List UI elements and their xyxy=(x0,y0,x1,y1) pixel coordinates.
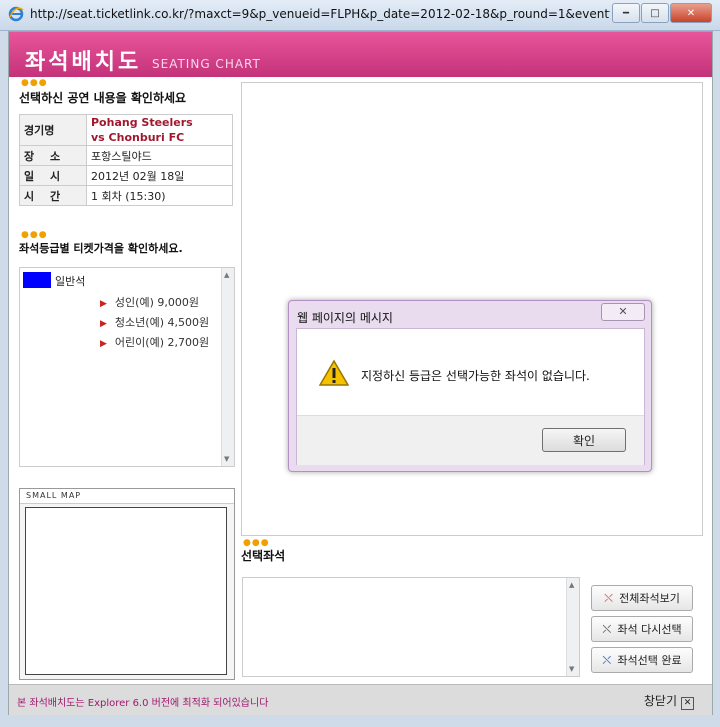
table-row: 일 시 2012년 02월 18일 xyxy=(19,165,233,186)
dialog-message: 지정하신 등급은 선택가능한 좌석이 없습니다. xyxy=(361,369,590,383)
maximize-button[interactable]: □ xyxy=(641,3,669,23)
selected-scrollbar[interactable]: ▲ ▼ xyxy=(566,578,579,676)
small-map-canvas[interactable] xyxy=(25,507,227,675)
arrow-right-icon: ▶ xyxy=(100,319,107,329)
price-scrollbar[interactable]: ▲ ▼ xyxy=(221,268,234,466)
page-title: 좌석배치도 xyxy=(25,50,142,75)
list-item: ▶ 청소년(예) 4,500원 xyxy=(100,316,210,329)
view-all-seats-button[interactable]: ⛌ 전체좌석보기 xyxy=(591,585,693,611)
arrow-right-icon: ▶ xyxy=(100,339,107,349)
date-value: 2012년 02월 18일 xyxy=(86,165,233,186)
performance-section-title: 선택하신 공연 내용을 확인하세요 xyxy=(19,91,187,105)
close-popup-button[interactable]: 창닫기 ✕ xyxy=(644,692,694,710)
alert-dialog: 웹 페이지의 메시지 ✕ 지정하신 등급은 선택가능한 좌석이 없습니다. 확인 xyxy=(288,300,652,472)
grade-name: 일반석 xyxy=(55,275,86,288)
ok-button[interactable]: 확인 xyxy=(542,428,626,452)
selected-seats-title: 선택좌석 xyxy=(241,549,286,563)
ie-icon xyxy=(8,6,24,22)
list-item: ▶ 성인(예) 9,000원 xyxy=(100,296,199,309)
performance-info-table: 경기명 Pohang Steelers vs Chonburi FC 장 소 포… xyxy=(19,114,233,206)
scroll-up-icon[interactable]: ▲ xyxy=(224,271,229,279)
complete-selection-button[interactable]: ⛌ 좌석선택 완료 xyxy=(591,647,693,673)
grade-color-swatch xyxy=(23,272,51,288)
small-map-label: SMALL MAP xyxy=(20,489,234,504)
reselect-seats-button[interactable]: ⛌ 좌석 다시선택 xyxy=(591,616,693,642)
info-label: 경기명 xyxy=(19,114,87,146)
warning-icon xyxy=(319,359,349,386)
arrow-right-icon: ▶ xyxy=(100,299,107,309)
match-value: Pohang Steelers vs Chonburi FC xyxy=(86,114,233,146)
close-window-button[interactable]: ✕ xyxy=(670,3,712,23)
scroll-down-icon[interactable]: ▼ xyxy=(224,455,229,463)
time-value: 1 회차 (15:30) xyxy=(86,185,233,206)
close-icon: ✕ xyxy=(681,697,694,710)
page-header: 좌석배치도 SEATING CHART xyxy=(9,32,712,77)
info-label: 시 간 xyxy=(19,185,87,206)
bullet-dots-icon: ●●● xyxy=(21,230,48,240)
table-row: 시 간 1 회차 (15:30) xyxy=(19,185,233,206)
car-icon: ⛌ xyxy=(602,652,612,667)
footer-note: 본 좌석배치도는 Explorer 6.0 버전에 최적화 되어있습니다 xyxy=(17,698,269,709)
car-icon: ⛌ xyxy=(602,621,612,636)
info-label: 장 소 xyxy=(19,145,87,166)
bullet-dots-icon: ●●● xyxy=(21,78,48,88)
dialog-title: 웹 페이지의 메시지 xyxy=(297,311,393,325)
minimize-button[interactable]: ━ xyxy=(612,3,640,23)
address-url: http://seat.ticketlink.co.kr/?maxct=9&p_… xyxy=(30,7,610,21)
dialog-body: 지정하신 등급은 선택가능한 좌석이 없습니다. 확인 xyxy=(296,328,645,465)
table-row: 경기명 Pohang Steelers vs Chonburi FC xyxy=(19,114,233,146)
window-controls: ━ □ ✕ xyxy=(611,3,712,23)
small-map: SMALL MAP xyxy=(19,488,235,680)
car-icon: ⛌ xyxy=(604,590,614,605)
price-section-title: 좌석등급별 티켓가격을 확인하세요. xyxy=(19,242,183,255)
table-row: 장 소 포항스틸야드 xyxy=(19,145,233,166)
page-subtitle: SEATING CHART xyxy=(152,57,261,71)
footer: 본 좌석배치도는 Explorer 6.0 버전에 최적화 되어있습니다 창닫기… xyxy=(9,684,712,715)
browser-titlebar: http://seat.ticketlink.co.kr/?maxct=9&p_… xyxy=(0,0,720,31)
scroll-up-icon[interactable]: ▲ xyxy=(569,581,574,589)
dialog-close-button[interactable]: ✕ xyxy=(601,303,645,321)
list-item: ▶ 어린이(예) 2,700원 xyxy=(100,336,210,349)
scroll-down-icon[interactable]: ▼ xyxy=(569,665,574,673)
venue-value: 포항스틸야드 xyxy=(86,145,233,166)
price-list: 일반석 ▶ 성인(예) 9,000원 ▶ 청소년(예) 4,500원 ▶ 어린이(예)… xyxy=(19,267,235,467)
info-label: 일 시 xyxy=(19,165,87,186)
selected-seats-list: ▲ ▼ xyxy=(242,577,580,677)
